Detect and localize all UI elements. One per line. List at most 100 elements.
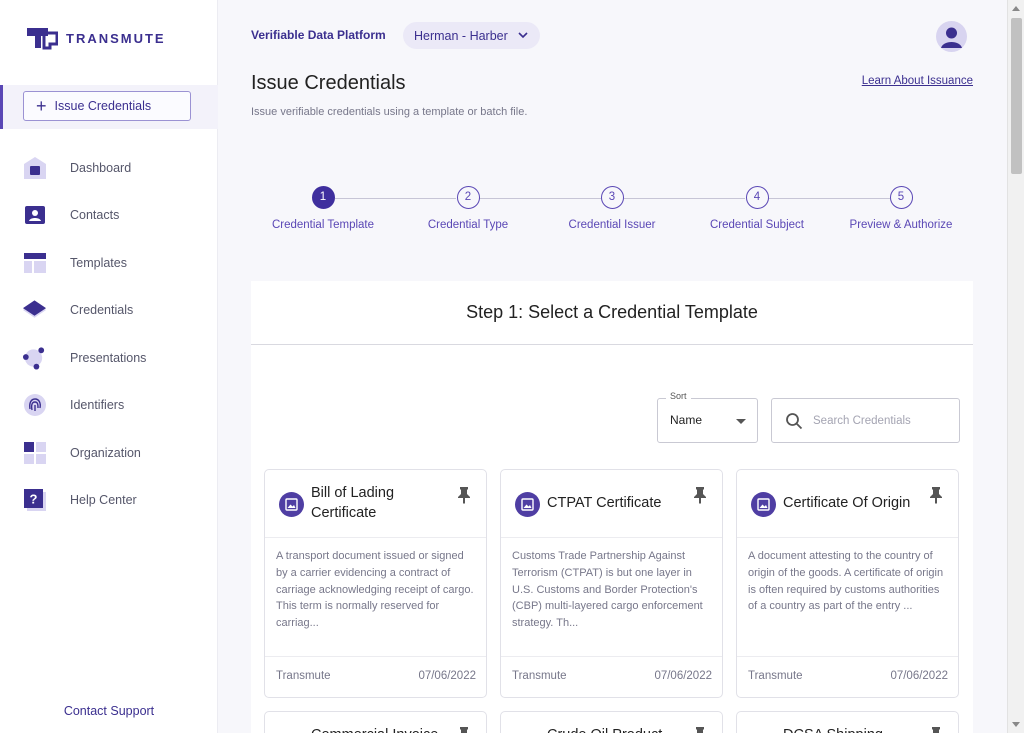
image-icon [515, 492, 540, 517]
issue-credentials-button[interactable]: + Issue Credentials [23, 91, 191, 121]
brand-name: TRANSMUTE [66, 30, 166, 46]
card-issuer: Transmute [276, 670, 331, 682]
pin-icon[interactable] [692, 486, 708, 504]
template-card-bill-of-lading[interactable]: Bill of Lading Certificate A transport d… [264, 469, 487, 698]
pin-icon[interactable] [692, 726, 708, 733]
dashboard-icon [22, 155, 47, 180]
template-card-commercial-invoice[interactable]: Commercial Invoice [264, 711, 487, 733]
card-date: 07/06/2022 [418, 670, 476, 682]
sidebar-item-label: Identifiers [70, 398, 125, 413]
step-credential-template[interactable]: 1 Credential Template [251, 186, 395, 231]
search-field[interactable] [771, 398, 960, 443]
template-panel: Step 1: Select a Credential Template Sor… [251, 281, 973, 733]
contacts-icon [22, 203, 47, 228]
page-title: Issue Credentials [251, 72, 406, 94]
step-number: 5 [889, 186, 913, 209]
step-credential-type[interactable]: 2 Credential Type [396, 186, 540, 231]
scroll-thumb[interactable] [1011, 18, 1022, 174]
org-select-value: Herman - Harber [414, 28, 508, 43]
page-scrollbar[interactable] [1007, 0, 1024, 733]
sidebar-item-dashboard[interactable]: Dashboard [0, 144, 218, 192]
user-icon [941, 27, 962, 48]
sort-select[interactable]: Sort Name [657, 391, 758, 443]
sidebar-item-label: Organization [70, 445, 141, 460]
template-card-certificate-of-origin[interactable]: Certificate Of Origin A document attesti… [736, 469, 959, 698]
pin-icon[interactable] [928, 486, 944, 504]
step-label: Credential Type [427, 219, 509, 231]
presentations-icon [22, 345, 47, 370]
sidebar-item-label: Credentials [70, 303, 134, 318]
pin-icon[interactable] [456, 726, 472, 733]
card-title: DCSA Shipping [783, 725, 923, 733]
sidebar-item-credentials[interactable]: Credentials [0, 287, 218, 335]
image-icon [279, 492, 304, 517]
fingerprint-icon [22, 393, 47, 418]
org-select[interactable]: Herman - Harber [403, 22, 540, 49]
contact-support-link[interactable]: Contact Support [0, 704, 218, 718]
card-footer: Transmute 07/06/2022 [265, 656, 486, 697]
step-number: 1 [311, 186, 335, 209]
sidebar-item-help-center[interactable]: ? Help Center [0, 477, 218, 525]
scroll-down-icon[interactable] [1012, 722, 1020, 727]
step-credential-subject[interactable]: 4 Credential Subject [685, 186, 829, 231]
chevron-down-icon [518, 32, 528, 39]
page-subtitle: Issue verifiable credentials using a tem… [251, 106, 528, 118]
card-header: Bill of Lading Certificate [265, 470, 486, 538]
sort-label: Sort [666, 391, 691, 401]
avatar[interactable] [936, 21, 967, 52]
sort-value: Name [670, 413, 703, 427]
sidebar-item-identifiers[interactable]: Identifiers [0, 382, 218, 430]
card-title: Crude Oil Product [547, 725, 687, 733]
template-card-crude-oil-product[interactable]: Crude Oil Product [500, 711, 723, 733]
sidebar: TRANSMUTE + Issue Credentials Dashboard … [0, 0, 218, 733]
card-date: 07/06/2022 [654, 670, 712, 682]
sidebar-item-label: Templates [70, 255, 127, 270]
logo[interactable]: TRANSMUTE [26, 26, 166, 50]
sidebar-item-templates[interactable]: Templates [0, 239, 218, 287]
scroll-up-icon[interactable] [1012, 6, 1020, 11]
organization-icon [22, 440, 47, 465]
step-credential-issuer[interactable]: 3 Credential Issuer [540, 186, 684, 231]
step-label: Preview & Authorize [849, 219, 953, 231]
learn-about-issuance-link[interactable]: Learn About Issuance [862, 75, 973, 87]
platform-title: Verifiable Data Platform [251, 28, 386, 42]
step-label: Credential Issuer [568, 219, 656, 231]
sidebar-item-organization[interactable]: Organization [0, 429, 218, 477]
sidebar-nav: Dashboard Contacts Templates Credentials… [0, 144, 218, 524]
search-input[interactable] [813, 414, 953, 427]
sidebar-item-contacts[interactable]: Contacts [0, 192, 218, 240]
step-number: 4 [745, 186, 769, 209]
sidebar-item-label: Dashboard [70, 160, 132, 175]
card-description: A document attesting to the country of o… [748, 550, 944, 613]
transmute-logo-icon [27, 28, 58, 50]
svg-text:?: ? [29, 492, 37, 507]
card-footer: Transmute 07/06/2022 [737, 656, 958, 697]
step-number: 2 [456, 186, 480, 209]
sidebar-item-presentations[interactable]: Presentations [0, 334, 218, 382]
card-issuer: Transmute [512, 670, 567, 682]
help-icon: ? [22, 488, 47, 513]
card-header: CTPAT Certificate [501, 470, 722, 538]
caret-down-icon [736, 419, 746, 424]
search-icon [786, 412, 803, 429]
pin-icon[interactable] [456, 486, 472, 504]
card-title: CTPAT Certificate [547, 495, 662, 511]
template-card-ctpat[interactable]: CTPAT Certificate Customs Trade Partners… [500, 469, 723, 698]
panel-title: Step 1: Select a Credential Template [251, 281, 973, 345]
card-title: Bill of Lading Certificate [311, 485, 395, 521]
card-description: Customs Trade Partnership Against Terror… [512, 550, 703, 630]
image-icon [751, 492, 776, 517]
step-label: Credential Subject [710, 219, 804, 231]
pin-icon[interactable] [928, 726, 944, 733]
card-date: 07/06/2022 [890, 670, 948, 682]
card-title: Commercial Invoice [311, 725, 451, 733]
plus-icon: + [36, 96, 47, 116]
stepper: 1 Credential Template 2 Credential Type … [251, 186, 973, 246]
issue-credentials-label: Issue Credentials [54, 99, 152, 113]
step-number: 3 [600, 186, 624, 209]
template-card-dcsa-shipping[interactable]: DCSA Shipping [736, 711, 959, 733]
step-preview-authorize[interactable]: 5 Preview & Authorize [829, 186, 973, 231]
credentials-icon [22, 298, 47, 323]
card-header: Certificate Of Origin [737, 470, 958, 538]
issue-credentials-nav: + Issue Credentials [0, 85, 218, 129]
